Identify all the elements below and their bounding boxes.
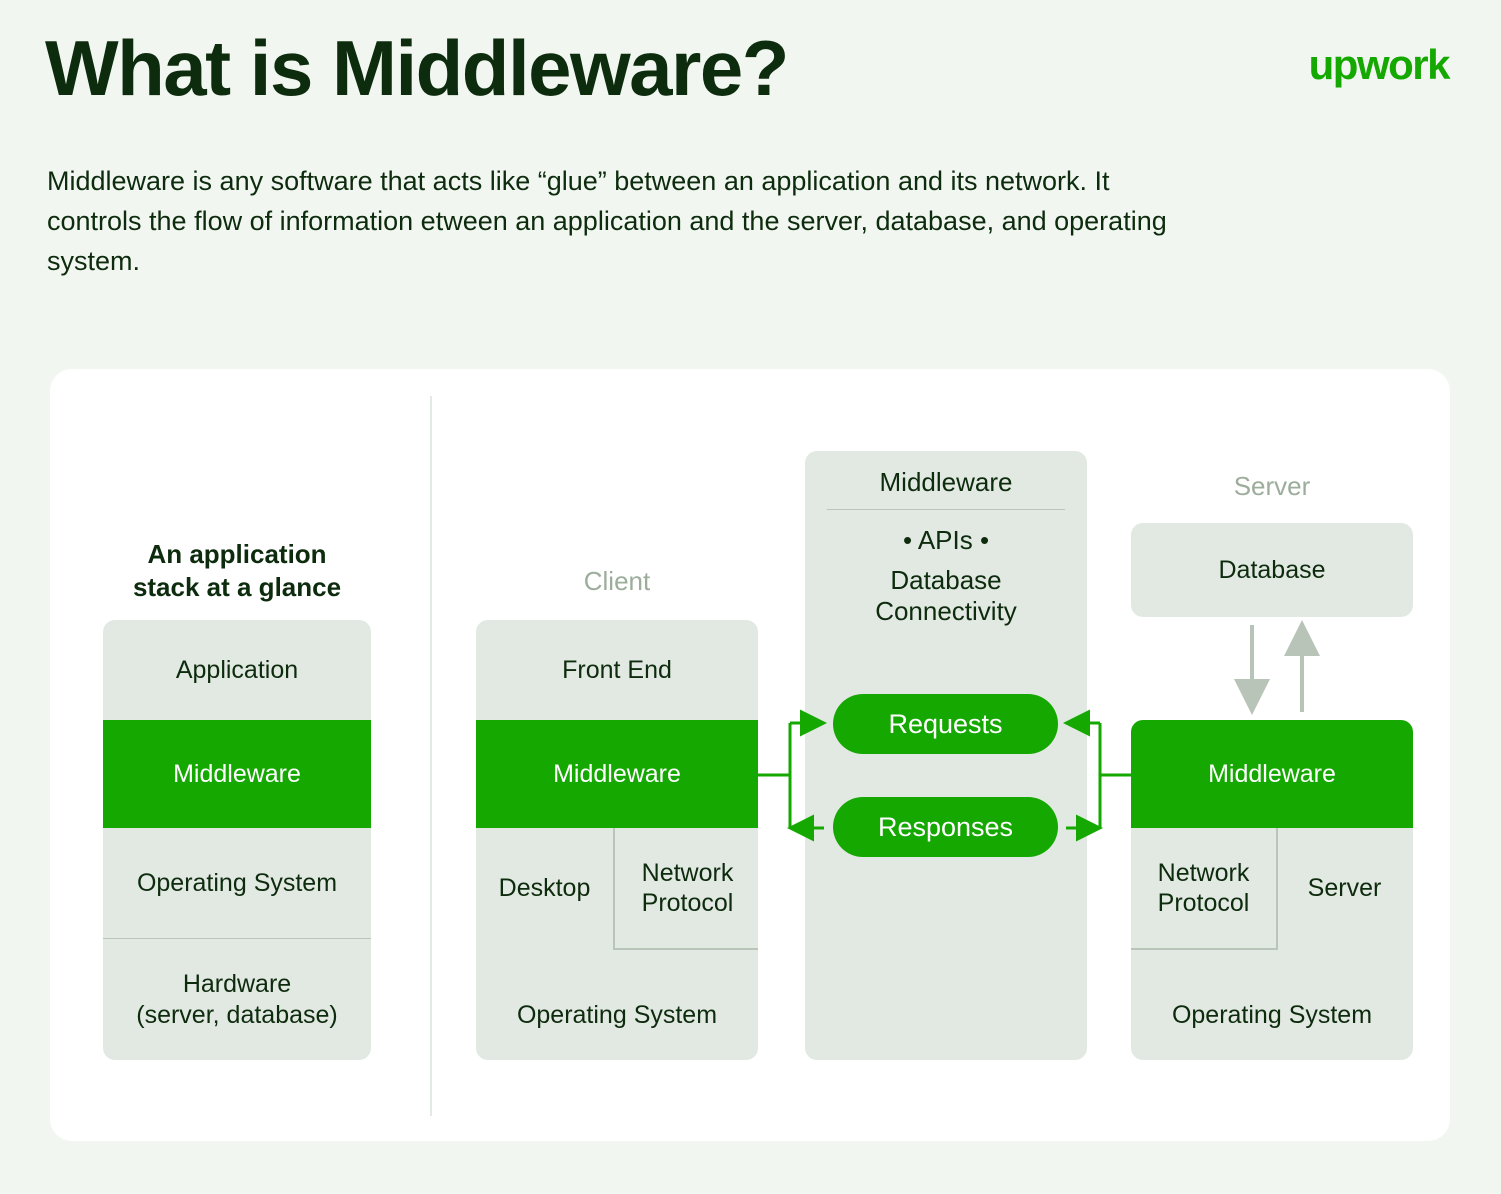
db-conn-line1: Database	[890, 565, 1002, 595]
middleware-database-connectivity: Database Connectivity	[805, 565, 1087, 626]
client-row-operating-system[interactable]: Operating System	[476, 970, 758, 1060]
server-network-line2: Protocol	[1157, 889, 1250, 917]
hardware-line2: (server, database)	[136, 1000, 338, 1029]
server-column-heading: Server	[1233, 471, 1311, 501]
server-cell-server[interactable]: Server	[1276, 828, 1413, 948]
stack-row-operating-system[interactable]: Operating System	[103, 828, 371, 938]
server-database-box[interactable]: Database	[1131, 523, 1413, 617]
stack-heading-line2: stack at a glance	[132, 571, 342, 602]
server-stack: Middleware Network Protocol Server Opera…	[1131, 720, 1413, 1060]
client-row-middleware[interactable]: Middleware	[476, 720, 758, 828]
middleware-panel-heading: Middleware	[879, 467, 1013, 497]
client-network-line1: Network	[641, 859, 734, 887]
middleware-apis-label: • APIs •	[902, 525, 990, 555]
stack-row-hardware[interactable]: Hardware (server, database)	[103, 939, 371, 1060]
pill-requests[interactable]: Requests	[833, 694, 1058, 754]
client-column-heading: Client	[583, 566, 651, 596]
pill-responses[interactable]: Responses	[833, 797, 1058, 857]
page-title: What is Middleware?	[45, 24, 789, 112]
server-row-middleware[interactable]: Middleware	[1131, 720, 1413, 828]
middleware-panel-rule	[827, 509, 1065, 510]
hardware-line1: Hardware	[182, 970, 292, 998]
upwork-logo: upwork	[1308, 41, 1451, 88]
client-network-line2: Protocol	[641, 889, 734, 917]
column-divider	[430, 396, 432, 1116]
client-cell-network-protocol[interactable]: Network Protocol	[613, 828, 758, 950]
db-conn-line2: Connectivity	[875, 595, 1017, 626]
server-row-operating-system[interactable]: Operating System	[1131, 970, 1413, 1060]
intro-paragraph: Middleware is any software that acts lik…	[47, 166, 1167, 276]
server-network-line1: Network	[1157, 859, 1250, 887]
stack-heading-line1: An application	[147, 539, 327, 569]
middleware-panel: Middleware • APIs • Database Connectivit…	[805, 451, 1087, 1060]
client-stack: Front End Middleware Desktop Network Pro…	[476, 620, 758, 1060]
client-row-front-end[interactable]: Front End	[476, 620, 758, 720]
stack-row-application[interactable]: Application	[103, 620, 371, 720]
stack-row-middleware[interactable]: Middleware	[103, 720, 371, 828]
stack-column-heading: An application stack at a glance	[103, 538, 371, 603]
infographic-page: What is Middleware? upwork Middleware is…	[0, 0, 1501, 1194]
client-cell-desktop[interactable]: Desktop	[476, 828, 613, 948]
application-stack: Application Middleware Operating System …	[103, 620, 371, 1060]
server-cell-network-protocol[interactable]: Network Protocol	[1131, 828, 1278, 950]
